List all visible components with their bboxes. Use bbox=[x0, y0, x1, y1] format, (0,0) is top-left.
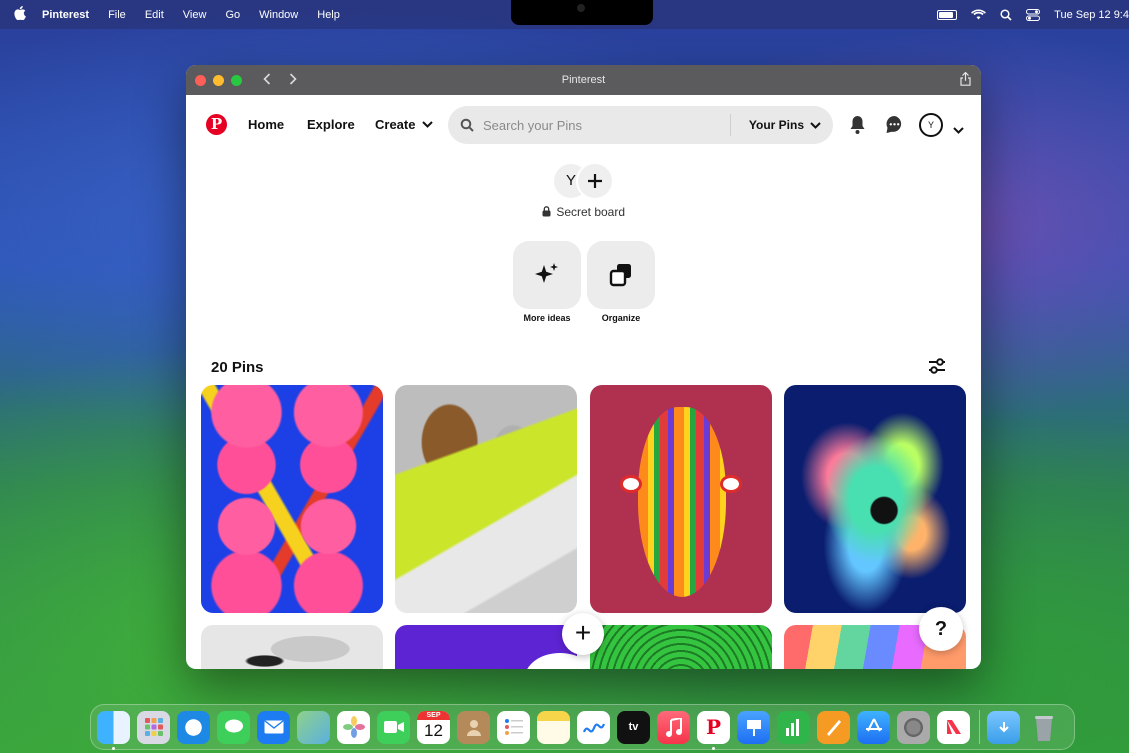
forward-arrow-icon[interactable] bbox=[289, 72, 297, 88]
control-center-icon[interactable] bbox=[1026, 8, 1041, 21]
notifications-bell-icon[interactable] bbox=[849, 115, 866, 140]
mail-icon[interactable] bbox=[257, 710, 290, 744]
reminders-icon[interactable] bbox=[497, 710, 530, 744]
help-button[interactable]: ? bbox=[919, 607, 963, 651]
search-icon bbox=[460, 118, 474, 132]
nav-create-label: Create bbox=[375, 117, 416, 132]
pin-blob-art bbox=[525, 653, 577, 669]
menu-app-name[interactable]: Pinterest bbox=[42, 9, 89, 21]
menu-clock[interactable]: Tue Sep 12 9:4 bbox=[1054, 9, 1129, 21]
calendar-icon[interactable]: SEP 12 bbox=[417, 710, 450, 744]
pin-card[interactable] bbox=[395, 385, 577, 613]
filter-sliders-icon[interactable] bbox=[928, 358, 946, 379]
share-icon[interactable] bbox=[960, 71, 971, 89]
pin-card[interactable] bbox=[201, 625, 383, 669]
zoom-window-button[interactable] bbox=[231, 74, 242, 86]
sparkle-icon bbox=[535, 263, 558, 283]
pin-card[interactable] bbox=[590, 625, 772, 669]
account-chevron-down-icon[interactable] bbox=[953, 121, 964, 139]
search-scope-label: Your Pins bbox=[748, 118, 804, 132]
search-bar[interactable]: Search your Pins Your Pins bbox=[448, 106, 833, 144]
minimize-window-button[interactable] bbox=[213, 74, 224, 86]
pin-card[interactable] bbox=[201, 385, 383, 613]
menu-file[interactable]: File bbox=[108, 9, 126, 21]
menu-help[interactable]: Help bbox=[317, 9, 340, 21]
lock-icon bbox=[542, 206, 551, 217]
menu-edit[interactable]: Edit bbox=[145, 9, 164, 21]
contacts-icon[interactable] bbox=[457, 710, 490, 744]
pinterest-logo-icon[interactable]: P bbox=[206, 114, 227, 135]
wifi-icon[interactable] bbox=[971, 9, 986, 20]
freeform-icon[interactable] bbox=[577, 710, 610, 744]
search-scope-dropdown[interactable]: Your Pins bbox=[749, 118, 821, 132]
apple-tv-icon[interactable]: tv bbox=[617, 710, 650, 744]
dock-separator bbox=[979, 710, 980, 744]
calendar-day: 12 bbox=[424, 720, 443, 740]
pin-card[interactable] bbox=[590, 385, 772, 613]
facetime-icon[interactable] bbox=[377, 710, 410, 744]
board-visibility: Secret board bbox=[186, 205, 981, 219]
user-avatar[interactable]: Y bbox=[919, 113, 943, 137]
launchpad-icon[interactable] bbox=[137, 710, 170, 744]
organize-icon bbox=[609, 264, 631, 287]
camera-notch bbox=[511, 0, 653, 25]
organize-button[interactable] bbox=[587, 241, 655, 309]
pin-mask-art bbox=[638, 407, 726, 597]
downloads-folder-icon[interactable] bbox=[987, 710, 1020, 744]
chevron-down-icon bbox=[810, 121, 821, 129]
search-input[interactable]: Search your Pins bbox=[483, 118, 730, 133]
pin-eye-art bbox=[620, 475, 642, 493]
nav-home[interactable]: Home bbox=[248, 117, 284, 132]
safari-icon[interactable] bbox=[177, 710, 210, 744]
search-divider bbox=[729, 114, 731, 136]
more-ideas-button[interactable] bbox=[513, 241, 581, 309]
numbers-icon[interactable] bbox=[777, 710, 810, 744]
pin-eye-art bbox=[720, 475, 742, 493]
pin-card[interactable] bbox=[784, 385, 966, 613]
spotlight-search-icon[interactable] bbox=[1000, 8, 1012, 21]
apple-menu-icon[interactable] bbox=[14, 6, 28, 23]
notes-icon[interactable] bbox=[537, 710, 570, 744]
pin-card[interactable] bbox=[395, 625, 577, 669]
battery-icon[interactable] bbox=[923, 9, 958, 20]
pin-count: 20 Pins bbox=[211, 359, 264, 376]
menu-view[interactable]: View bbox=[183, 9, 207, 21]
board-visibility-label: Secret board bbox=[556, 205, 626, 219]
pages-icon[interactable] bbox=[817, 710, 850, 744]
maps-icon[interactable] bbox=[297, 710, 330, 744]
calendar-month: SEP bbox=[417, 710, 450, 720]
history-nav bbox=[263, 72, 315, 88]
pinterest-header: P Home Explore Create Search your Pins Y… bbox=[186, 95, 981, 156]
messages-app-icon[interactable] bbox=[217, 710, 250, 744]
plus-icon bbox=[588, 174, 602, 188]
news-icon[interactable] bbox=[937, 710, 970, 744]
menu-go[interactable]: Go bbox=[225, 9, 240, 21]
system-settings-icon[interactable] bbox=[897, 710, 930, 744]
back-arrow-icon[interactable] bbox=[263, 72, 271, 88]
close-window-button[interactable] bbox=[195, 74, 206, 86]
browser-window: Pinterest P Home Explore Create Search y… bbox=[186, 65, 981, 669]
dock: SEP 12 tv P bbox=[90, 704, 1075, 750]
add-pin-button[interactable]: + bbox=[562, 613, 604, 655]
window-controls bbox=[195, 74, 249, 86]
finder-icon[interactable] bbox=[97, 710, 130, 750]
photos-icon[interactable] bbox=[337, 710, 370, 744]
trash-icon[interactable] bbox=[1027, 711, 1060, 744]
camera-dot bbox=[577, 4, 585, 12]
menu-window[interactable]: Window bbox=[259, 9, 298, 21]
music-icon[interactable] bbox=[657, 710, 690, 744]
keynote-icon[interactable] bbox=[737, 710, 770, 744]
chevron-down-icon bbox=[422, 121, 434, 128]
pinterest-app-icon[interactable]: P bbox=[697, 710, 730, 750]
organize-label: Organize bbox=[601, 313, 641, 323]
messages-icon[interactable] bbox=[885, 115, 904, 139]
nav-create[interactable]: Create bbox=[375, 117, 434, 132]
board-collaborators: Y bbox=[552, 162, 616, 202]
window-titlebar[interactable]: Pinterest bbox=[186, 65, 981, 95]
app-store-icon[interactable] bbox=[857, 710, 890, 744]
nav-explore[interactable]: Explore bbox=[307, 117, 355, 132]
add-collaborator-button[interactable] bbox=[576, 162, 614, 200]
